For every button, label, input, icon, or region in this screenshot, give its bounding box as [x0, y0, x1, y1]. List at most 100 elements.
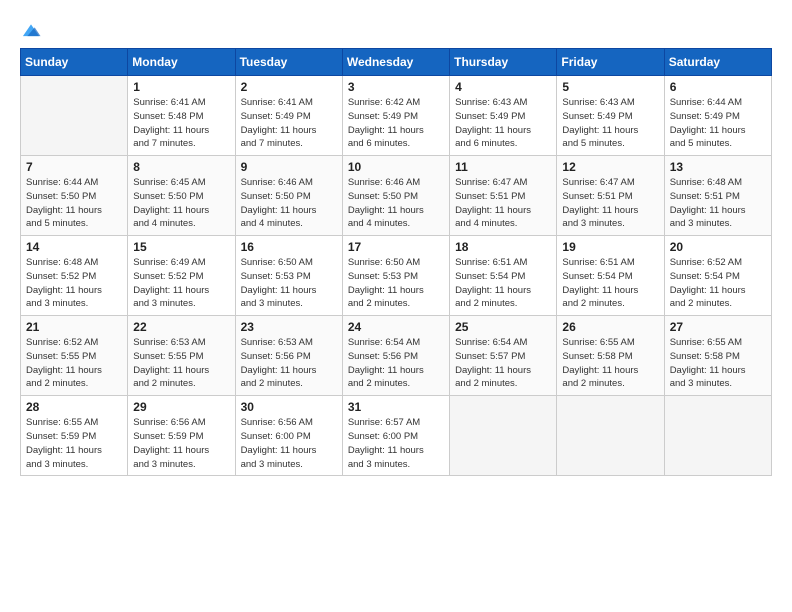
day-cell: 3 Sunrise: 6:42 AM Sunset: 5:49 PM Daylig…	[342, 76, 449, 156]
day-info: Sunrise: 6:44 AM Sunset: 5:50 PM Dayligh…	[26, 176, 122, 231]
day-number: 13	[670, 160, 766, 174]
day-info: Sunrise: 6:54 AM Sunset: 5:56 PM Dayligh…	[348, 336, 444, 391]
day-cell: 16 Sunrise: 6:50 AM Sunset: 5:53 PM Dayli…	[235, 236, 342, 316]
week-row-4: 21 Sunrise: 6:52 AM Sunset: 5:55 PM Dayli…	[21, 316, 772, 396]
day-cell	[21, 76, 128, 156]
day-cell: 5 Sunrise: 6:43 AM Sunset: 5:49 PM Daylig…	[557, 76, 664, 156]
page: SundayMondayTuesdayWednesdayThursdayFrid…	[0, 0, 792, 612]
day-number: 11	[455, 160, 551, 174]
day-info: Sunrise: 6:55 AM Sunset: 5:58 PM Dayligh…	[562, 336, 658, 391]
day-info: Sunrise: 6:48 AM Sunset: 5:52 PM Dayligh…	[26, 256, 122, 311]
day-info: Sunrise: 6:53 AM Sunset: 5:56 PM Dayligh…	[241, 336, 337, 391]
week-row-2: 7 Sunrise: 6:44 AM Sunset: 5:50 PM Daylig…	[21, 156, 772, 236]
day-cell: 23 Sunrise: 6:53 AM Sunset: 5:56 PM Dayli…	[235, 316, 342, 396]
day-cell: 13Sunrise: 6:48 AM Sunset: 5:51 PM Dayli…	[664, 156, 771, 236]
day-number: 22	[133, 320, 229, 334]
day-info: Sunrise: 6:53 AM Sunset: 5:55 PM Dayligh…	[133, 336, 229, 391]
day-info: Sunrise: 6:46 AM Sunset: 5:50 PM Dayligh…	[348, 176, 444, 231]
day-cell: 26 Sunrise: 6:55 AM Sunset: 5:58 PM Dayli…	[557, 316, 664, 396]
day-cell: 18 Sunrise: 6:51 AM Sunset: 5:54 PM Dayli…	[450, 236, 557, 316]
day-number: 16	[241, 240, 337, 254]
day-cell	[664, 396, 771, 476]
day-cell: 19 Sunrise: 6:51 AM Sunset: 5:54 PM Dayli…	[557, 236, 664, 316]
day-number: 28	[26, 400, 122, 414]
day-cell: 12 Sunrise: 6:47 AM Sunset: 5:51 PM Dayli…	[557, 156, 664, 236]
day-info: Sunrise: 6:54 AM Sunset: 5:57 PM Dayligh…	[455, 336, 551, 391]
header-cell-friday: Friday	[557, 49, 664, 76]
day-number: 20	[670, 240, 766, 254]
day-info: Sunrise: 6:52 AM Sunset: 5:55 PM Dayligh…	[26, 336, 122, 391]
day-number: 8	[133, 160, 229, 174]
day-cell: 28Sunrise: 6:55 AM Sunset: 5:59 PM Dayli…	[21, 396, 128, 476]
day-info: Sunrise: 6:52 AM Sunset: 5:54 PM Dayligh…	[670, 256, 766, 311]
day-cell: 20 Sunrise: 6:52 AM Sunset: 5:54 PM Dayli…	[664, 236, 771, 316]
day-cell: 15Sunrise: 6:49 AM Sunset: 5:52 PM Dayli…	[128, 236, 235, 316]
day-info: Sunrise: 6:47 AM Sunset: 5:51 PM Dayligh…	[455, 176, 551, 231]
day-info: Sunrise: 6:45 AM Sunset: 5:50 PM Dayligh…	[133, 176, 229, 231]
day-cell: 6Sunrise: 6:44 AM Sunset: 5:49 PM Daylig…	[664, 76, 771, 156]
header	[20, 18, 772, 42]
day-number: 31	[348, 400, 444, 414]
day-cell: 21 Sunrise: 6:52 AM Sunset: 5:55 PM Dayli…	[21, 316, 128, 396]
header-cell-thursday: Thursday	[450, 49, 557, 76]
day-number: 4	[455, 80, 551, 94]
day-number: 29	[133, 400, 229, 414]
day-info: Sunrise: 6:43 AM Sunset: 5:49 PM Dayligh…	[562, 96, 658, 151]
day-number: 18	[455, 240, 551, 254]
day-info: Sunrise: 6:47 AM Sunset: 5:51 PM Dayligh…	[562, 176, 658, 231]
day-number: 1	[133, 80, 229, 94]
day-number: 6	[670, 80, 766, 94]
day-cell: 17 Sunrise: 6:50 AM Sunset: 5:53 PM Dayli…	[342, 236, 449, 316]
logo	[20, 18, 46, 42]
day-number: 24	[348, 320, 444, 334]
day-info: Sunrise: 6:56 AM Sunset: 5:59 PM Dayligh…	[133, 416, 229, 471]
day-number: 19	[562, 240, 658, 254]
day-cell: 22 Sunrise: 6:53 AM Sunset: 5:55 PM Dayli…	[128, 316, 235, 396]
day-cell: 11 Sunrise: 6:47 AM Sunset: 5:51 PM Dayli…	[450, 156, 557, 236]
week-row-1: 1 Sunrise: 6:41 AM Sunset: 5:48 PM Daylig…	[21, 76, 772, 156]
day-cell: 29 Sunrise: 6:56 AM Sunset: 5:59 PM Dayli…	[128, 396, 235, 476]
calendar-table: SundayMondayTuesdayWednesdayThursdayFrid…	[20, 48, 772, 476]
day-cell: 1 Sunrise: 6:41 AM Sunset: 5:48 PM Daylig…	[128, 76, 235, 156]
week-row-3: 14 Sunrise: 6:48 AM Sunset: 5:52 PM Dayli…	[21, 236, 772, 316]
week-row-5: 28Sunrise: 6:55 AM Sunset: 5:59 PM Dayli…	[21, 396, 772, 476]
header-row: SundayMondayTuesdayWednesdayThursdayFrid…	[21, 49, 772, 76]
day-info: Sunrise: 6:41 AM Sunset: 5:48 PM Dayligh…	[133, 96, 229, 151]
day-cell: 31 Sunrise: 6:57 AM Sunset: 6:00 PM Dayli…	[342, 396, 449, 476]
day-cell: 27Sunrise: 6:55 AM Sunset: 5:58 PM Dayli…	[664, 316, 771, 396]
day-number: 26	[562, 320, 658, 334]
day-cell: 9Sunrise: 6:46 AM Sunset: 5:50 PM Daylig…	[235, 156, 342, 236]
day-number: 17	[348, 240, 444, 254]
header-cell-tuesday: Tuesday	[235, 49, 342, 76]
day-number: 21	[26, 320, 122, 334]
day-info: Sunrise: 6:42 AM Sunset: 5:49 PM Dayligh…	[348, 96, 444, 151]
day-number: 2	[241, 80, 337, 94]
day-number: 14	[26, 240, 122, 254]
day-number: 23	[241, 320, 337, 334]
day-number: 27	[670, 320, 766, 334]
day-cell: 7 Sunrise: 6:44 AM Sunset: 5:50 PM Daylig…	[21, 156, 128, 236]
day-cell: 4Sunrise: 6:43 AM Sunset: 5:49 PM Daylig…	[450, 76, 557, 156]
header-cell-sunday: Sunday	[21, 49, 128, 76]
day-info: Sunrise: 6:50 AM Sunset: 5:53 PM Dayligh…	[348, 256, 444, 311]
day-info: Sunrise: 6:57 AM Sunset: 6:00 PM Dayligh…	[348, 416, 444, 471]
day-number: 7	[26, 160, 122, 174]
day-info: Sunrise: 6:41 AM Sunset: 5:49 PM Dayligh…	[241, 96, 337, 151]
day-cell: 30Sunrise: 6:56 AM Sunset: 6:00 PM Dayli…	[235, 396, 342, 476]
day-number: 12	[562, 160, 658, 174]
day-cell: 8 Sunrise: 6:45 AM Sunset: 5:50 PM Daylig…	[128, 156, 235, 236]
day-cell: 25 Sunrise: 6:54 AM Sunset: 5:57 PM Dayli…	[450, 316, 557, 396]
day-number: 15	[133, 240, 229, 254]
logo-icon	[20, 20, 42, 42]
day-number: 10	[348, 160, 444, 174]
day-info: Sunrise: 6:51 AM Sunset: 5:54 PM Dayligh…	[562, 256, 658, 311]
day-number: 5	[562, 80, 658, 94]
day-info: Sunrise: 6:56 AM Sunset: 6:00 PM Dayligh…	[241, 416, 337, 471]
day-number: 3	[348, 80, 444, 94]
header-cell-saturday: Saturday	[664, 49, 771, 76]
day-cell	[450, 396, 557, 476]
day-info: Sunrise: 6:50 AM Sunset: 5:53 PM Dayligh…	[241, 256, 337, 311]
day-number: 25	[455, 320, 551, 334]
day-cell: 2 Sunrise: 6:41 AM Sunset: 5:49 PM Daylig…	[235, 76, 342, 156]
day-info: Sunrise: 6:51 AM Sunset: 5:54 PM Dayligh…	[455, 256, 551, 311]
